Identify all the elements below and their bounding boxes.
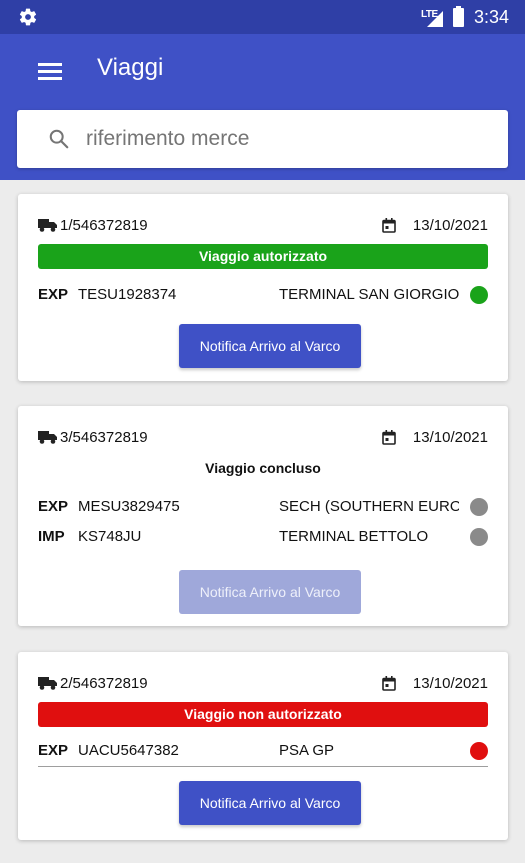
search-input[interactable] — [86, 122, 486, 156]
notify-arrival-button[interactable]: Notifica Arrivo al Varco — [179, 781, 361, 825]
container-status-dot — [470, 528, 488, 546]
row-divider — [38, 766, 488, 767]
app-bar: Viaggi — [0, 34, 525, 180]
hamburger-menu-icon[interactable] — [38, 60, 64, 84]
trip-status-badge: Viaggio non autorizzato — [38, 702, 488, 727]
container-direction: EXP — [38, 742, 69, 759]
container-code: KS748JU — [78, 528, 142, 545]
calendar-icon — [382, 676, 396, 691]
trip-card: 3/546372819 13/10/2021 Viaggio concluso … — [18, 406, 508, 626]
container-row: IMP KS748JU TERMINAL BETTOLO — [38, 526, 488, 548]
calendar-icon — [382, 430, 396, 445]
trip-header: 3/546372819 13/10/2021 — [38, 428, 488, 448]
container-code: UACU5647382 — [78, 742, 179, 759]
calendar-icon — [382, 218, 396, 233]
container-row: EXP UACU5647382 PSA GP — [38, 740, 488, 767]
trip-status-badge: Viaggio autorizzato — [38, 244, 488, 269]
battery-icon — [453, 6, 464, 27]
container-code: MESU3829475 — [78, 498, 180, 515]
container-direction: EXP — [38, 286, 69, 303]
trip-date: 13/10/2021 — [412, 429, 488, 446]
container-terminal: TERMINAL BETTOLO — [279, 528, 429, 545]
truck-icon — [38, 219, 57, 232]
container-terminal: PSA GP — [279, 742, 335, 759]
container-row: EXP MESU3829475 SECH (SOUTHERN EUROP... — [38, 496, 488, 518]
gear-icon — [19, 8, 37, 26]
trip-date: 13/10/2021 — [412, 675, 488, 692]
trip-id: 2/546372819 — [60, 675, 148, 692]
trip-id: 1/546372819 — [60, 217, 148, 234]
truck-icon — [38, 677, 57, 690]
trip-card: 1/546372819 13/10/2021 Viaggio autorizza… — [18, 194, 508, 381]
search-box[interactable] — [17, 110, 508, 168]
search-icon — [49, 129, 69, 149]
container-status-dot — [470, 742, 488, 760]
container-status-dot — [470, 286, 488, 304]
truck-icon — [38, 431, 57, 444]
trip-status-badge: Viaggio concluso — [38, 456, 488, 481]
trip-header: 1/546372819 13/10/2021 — [38, 216, 488, 236]
trip-header: 2/546372819 13/10/2021 — [38, 674, 488, 694]
system-status-bar: LTE 3:34 — [0, 0, 525, 34]
notify-arrival-button[interactable]: Notifica Arrivo al Varco — [179, 324, 361, 368]
trip-card: 2/546372819 13/10/2021 Viaggio non autor… — [18, 652, 508, 840]
container-terminal: TERMINAL SAN GIORGIO — [279, 286, 459, 303]
trip-id: 3/546372819 — [60, 429, 148, 446]
clock: 3:34 — [474, 7, 510, 27]
trip-date: 13/10/2021 — [412, 217, 488, 234]
notify-arrival-button: Notifica Arrivo al Varco — [179, 570, 361, 614]
container-direction: IMP — [38, 528, 65, 545]
container-row: EXP TESU1928374 TERMINAL SAN GIORGIO — [38, 284, 488, 306]
container-status-dot — [470, 498, 488, 516]
container-code: TESU1928374 — [78, 286, 177, 303]
signal-icon — [427, 11, 443, 27]
page-title: Viaggi — [97, 54, 164, 81]
container-terminal: SECH (SOUTHERN EUROP... — [279, 498, 459, 515]
container-direction: EXP — [38, 498, 69, 515]
